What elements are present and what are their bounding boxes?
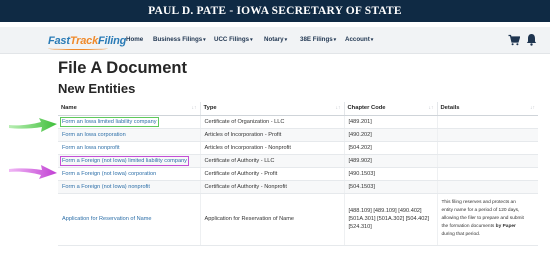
type-cell: Articles of Incorporation - Nonprofit (199, 141, 344, 155)
type-cell: Application for Reservation of Name (199, 193, 344, 246)
table-header-row: Name ↓↑ Type ↓↑ Chapter Code ↓↑ Details ↓↑ (58, 102, 538, 116)
section-title: New Entities (58, 81, 136, 96)
chapter-link[interactable]: [490.1503] (343, 167, 437, 181)
type-cell: Certificate of Organization - LLC (199, 115, 344, 129)
table-row: Form a Foreign (not Iowa) corporation Ce… (58, 167, 538, 181)
site-banner: PAUL D. PATE - IOWA SECRETARY OF STATE (0, 0, 550, 22)
details-cell (436, 115, 538, 129)
logo-swoosh (48, 47, 108, 50)
chevron-down-icon: ▾ (284, 37, 288, 43)
bell-icon[interactable] (526, 33, 537, 46)
table-row: Form a Foreign (not Iowa) limited liabil… (58, 154, 538, 168)
chevron-down-icon: ▾ (250, 37, 253, 43)
sort-icon: ↓↑ (428, 105, 434, 112)
chapter-link[interactable]: [489.902] (343, 154, 437, 168)
chapter-link[interactable]: [490.202] (343, 128, 437, 142)
details-cell (436, 154, 538, 168)
new-entities-table: Name ↓↑ Type ↓↑ Chapter Code ↓↑ Details ↓↑ F… (58, 102, 538, 246)
table-row: Application for Reservation of Name Appl… (58, 193, 538, 246)
nav-business-filings[interactable]: Business Filings▾ (153, 34, 206, 46)
nav-notary[interactable]: Notary▾ (264, 34, 287, 46)
entity-link[interactable]: Application for Reservation of Name (62, 216, 152, 222)
nav-home[interactable]: Home (126, 34, 143, 46)
sort-icon: ↓↑ (191, 105, 197, 112)
entity-link[interactable]: Form an Iowa nonprofit (62, 145, 120, 151)
chevron-down-icon: ▾ (203, 37, 206, 43)
column-header-details[interactable]: Details ↓↑ (436, 102, 538, 116)
details-cell (436, 167, 538, 181)
details-cell (436, 128, 538, 142)
nav-account[interactable]: Account▾ (345, 34, 373, 46)
sort-icon: ↓↑ (530, 105, 535, 112)
type-cell: Certificate of Authority - LLC (199, 154, 344, 168)
type-cell: Certificate of Authority - Nonprofit (199, 180, 344, 194)
chapter-link[interactable]: [489.201] (343, 115, 437, 129)
table-row: Form an Iowa corporation Articles of Inc… (58, 128, 538, 142)
sort-icon: ↓↑ (335, 105, 341, 112)
table-row: Form an Iowa nonprofit Articles of Incor… (58, 141, 538, 155)
cart-icon[interactable] (508, 34, 520, 46)
type-cell: Certificate of Authority - Profit (199, 167, 344, 181)
page-title: File A Document (58, 59, 187, 77)
column-header-chapter-code[interactable]: Chapter Code ↓↑ (343, 102, 437, 116)
table-row: Form a Foreign (not Iowa) nonprofit Cert… (58, 180, 538, 194)
details-cell (436, 180, 538, 194)
column-header-type[interactable]: Type ↓↑ (199, 102, 344, 116)
table-row: Form an Iowa limited liability company C… (58, 115, 538, 129)
green-arrow-icon (9, 118, 57, 132)
details-cell: This filing reserves and protects an ent… (436, 193, 538, 246)
chapter-links[interactable]: [488.109] [489.109] [490.402] [501A.301]… (343, 193, 437, 246)
chapter-link[interactable]: [504.1503] (343, 180, 437, 194)
chevron-down-icon: ▾ (370, 37, 374, 43)
entity-link[interactable]: Form a Foreign (not Iowa) nonprofit (62, 184, 150, 190)
details-cell (436, 141, 538, 155)
nav-38e-filings[interactable]: 38E Filings▾ (300, 34, 336, 46)
navbar: FastTrackFiling Home Business Filings▾ U… (0, 27, 550, 54)
entity-link[interactable]: Form a Foreign (not Iowa) limited liabil… (60, 155, 189, 166)
nav-ucc-filings[interactable]: UCC Filings▾ (214, 34, 253, 46)
chevron-down-icon: ▾ (333, 37, 337, 43)
type-cell: Articles of Incorporation - Profit (199, 128, 344, 142)
column-header-name[interactable]: Name ↓↑ (58, 102, 200, 116)
entity-link[interactable]: Form a Foreign (not Iowa) corporation (62, 171, 156, 177)
entity-link[interactable]: Form an Iowa corporation (62, 132, 126, 138)
purple-arrow-icon (9, 165, 57, 179)
chapter-link[interactable]: [504.202] (343, 141, 437, 155)
entity-link[interactable]: Form an Iowa limited liability company (60, 116, 159, 127)
